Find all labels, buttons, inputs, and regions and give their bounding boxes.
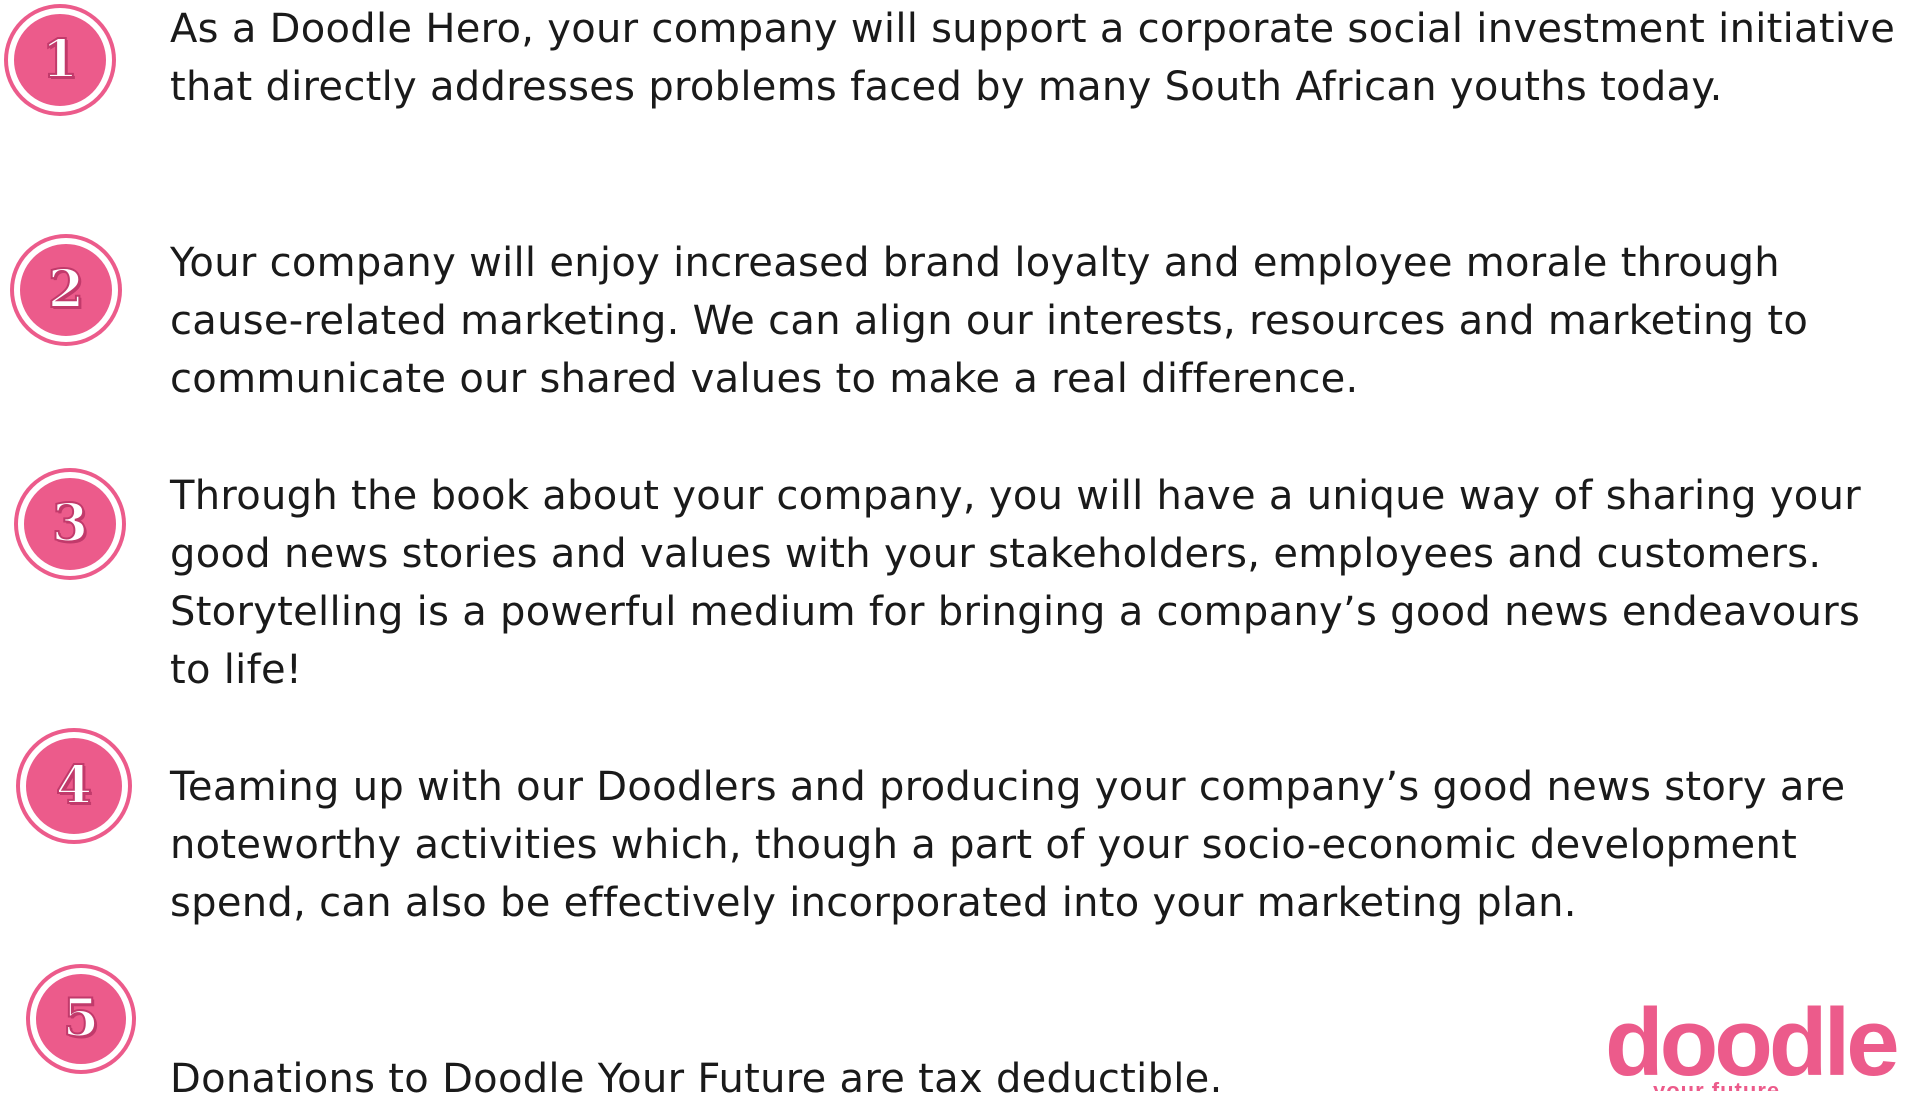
badge-number: 1: [41, 29, 79, 90]
number-badge-5: 5: [30, 968, 132, 1070]
logo-tagline: your future: [1653, 1078, 1781, 1091]
logo-wordmark: doodle: [1605, 998, 1900, 1091]
number-badge-2: 2: [14, 238, 118, 342]
item-text-1: As a Doodle Hero, your company will supp…: [170, 6, 1896, 110]
number-badge-4: 4: [20, 732, 128, 840]
item-text-4: Teaming up with our Doodlers and produci…: [170, 764, 1846, 926]
item-text-3: Through the book about your company, you…: [170, 473, 1861, 693]
badge-number: 4: [55, 755, 93, 816]
badge-number: 3: [51, 493, 89, 554]
number-badge-3: 3: [18, 472, 122, 576]
badge-number: 2: [47, 259, 85, 320]
badge-number: 5: [62, 988, 100, 1049]
doodle-logo: doodle your future: [1605, 998, 1910, 1091]
number-badge-1: 1: [8, 8, 112, 112]
item-text-2: Your company will enjoy increased brand …: [170, 240, 1809, 402]
